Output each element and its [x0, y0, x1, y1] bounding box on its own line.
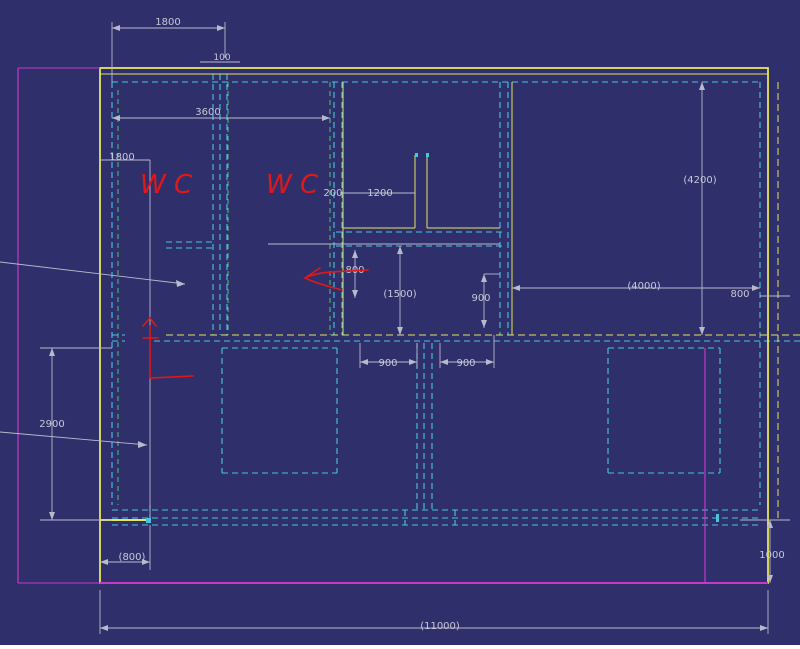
dim-200: 200: [323, 188, 342, 199]
dim-900-b: 900: [456, 358, 475, 369]
dim-1200: 1200: [367, 188, 392, 199]
dim-800-right: 800: [730, 289, 749, 300]
dim-900-vertical: 900: [471, 293, 490, 304]
dim-1800-left: 1800: [109, 152, 134, 163]
dim-100: 100: [213, 53, 230, 63]
dim-3600: 3600: [195, 107, 220, 118]
dim-4000: (4000): [627, 281, 660, 292]
floor-plan-drawing: 1800 100 3600 1800 200 1200 (4200) 800 (…: [0, 0, 800, 645]
dim-1000: 1000: [759, 550, 784, 561]
dim-900-a: 900: [378, 358, 397, 369]
cad-viewport: 1800 100 3600 1800 200 1200 (4200) 800 (…: [0, 0, 800, 645]
wc-annotation-2: W C: [266, 170, 319, 200]
dim-1500: (1500): [383, 289, 416, 300]
dim-1800-top: 1800: [155, 17, 180, 28]
wc-annotation-1: W C: [140, 170, 193, 200]
dim-11000: (11000): [420, 621, 460, 632]
dim-4200: (4200): [683, 175, 716, 186]
dim-800-bottom: (800): [119, 552, 146, 563]
dim-2900: 2900: [39, 419, 64, 430]
